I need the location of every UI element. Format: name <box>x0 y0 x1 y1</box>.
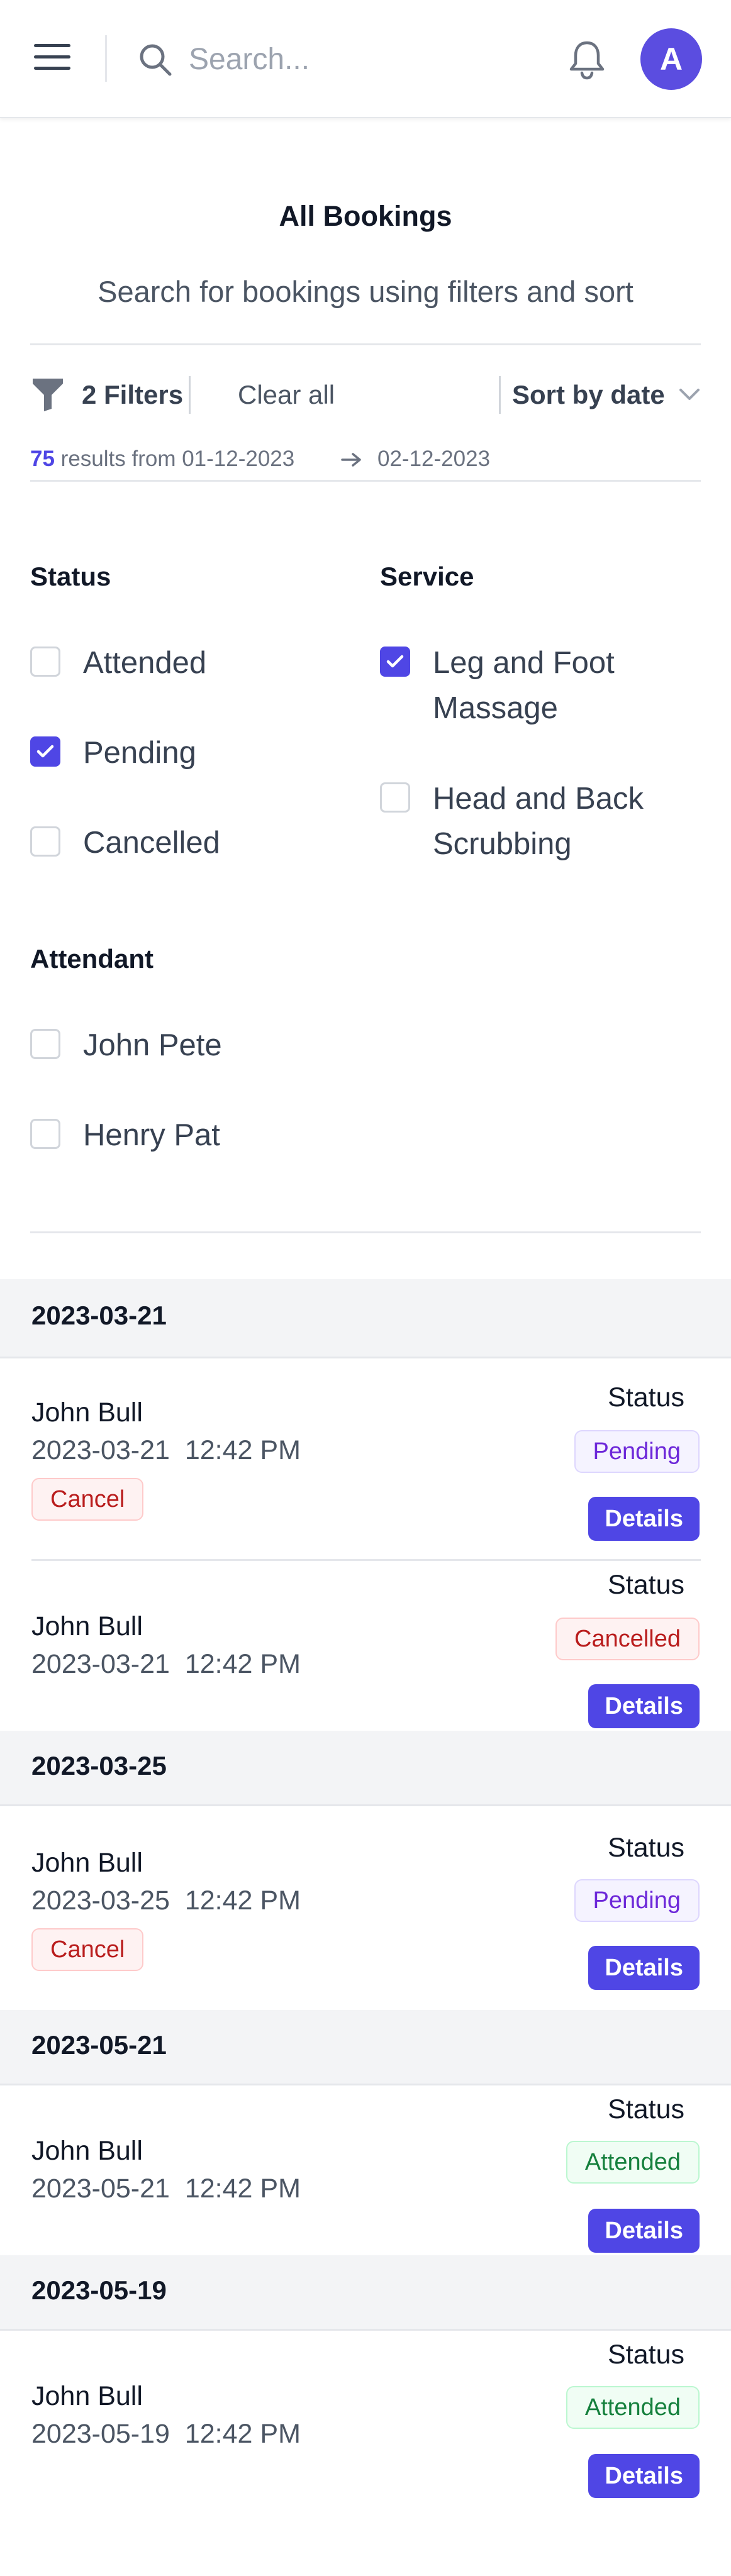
details-button[interactable]: Details <box>588 1497 700 1541</box>
status-option-cancelled[interactable]: Cancelled <box>30 820 345 865</box>
status-option-attended[interactable]: Attended <box>30 640 345 686</box>
checkbox-checked[interactable] <box>30 736 60 767</box>
cancel-button[interactable]: Cancel <box>31 1478 144 1521</box>
search-input[interactable] <box>189 34 541 84</box>
service-filter-title: Service <box>380 562 474 591</box>
status-badge: Attended <box>566 2141 700 2184</box>
status-label: Status <box>608 1570 684 1600</box>
cancel-button[interactable]: Cancel <box>31 1928 144 1971</box>
date-group-label: 2023-05-21 <box>31 2030 167 2060</box>
divider <box>30 1231 701 1233</box>
results-summary: 75 results from 01-12-2023 <box>30 447 294 472</box>
divider <box>189 376 191 414</box>
checkbox[interactable] <box>30 826 60 857</box>
status-badge: Pending <box>574 1879 700 1922</box>
page-title: All Bookings <box>279 200 452 232</box>
divider <box>30 480 701 482</box>
status-badge: Pending <box>574 1430 700 1473</box>
status-label: Status <box>608 2094 684 2124</box>
avatar[interactable]: A <box>640 28 702 90</box>
top-bar: A <box>0 0 731 118</box>
details-button[interactable]: Details <box>588 1684 700 1728</box>
status-badge: Attended <box>566 2386 700 2429</box>
booking-datetime: 2023-05-19 12:42 PM <box>31 2419 301 2449</box>
booking-datetime: 2023-03-25 12:42 PM <box>31 1885 301 1916</box>
checkbox[interactable] <box>30 1119 60 1149</box>
checkbox[interactable] <box>380 782 410 813</box>
results-date-end: 02-12-2023 <box>377 447 491 471</box>
results-text: results from 01-12-2023 <box>60 447 295 471</box>
checkbox-checked[interactable] <box>380 647 410 677</box>
status-option-pending[interactable]: Pending <box>30 730 345 775</box>
customer-name: John Bull <box>31 1611 143 1641</box>
option-label: John Pete <box>83 1028 222 1062</box>
date-group-header: 2023-03-25 <box>0 1731 731 1806</box>
attendant-option-john-pete[interactable]: John Pete <box>30 1023 345 1068</box>
date-group-label: 2023-05-19 <box>31 2275 167 2305</box>
date-group-label: 2023-03-21 <box>31 1301 167 1330</box>
menu-icon[interactable] <box>34 44 70 74</box>
booking-datetime: 2023-03-21 12:42 PM <box>31 1649 301 1679</box>
status-label: Status <box>608 2340 684 2370</box>
check-icon <box>386 655 404 668</box>
date-group-header: 2023-05-19 <box>0 2255 731 2331</box>
sort-button[interactable]: Sort by date <box>512 380 665 410</box>
details-button[interactable]: Details <box>588 2454 700 2498</box>
divider <box>31 1559 701 1561</box>
status-label: Status <box>608 1833 684 1863</box>
checkbox[interactable] <box>30 647 60 677</box>
bell-icon[interactable] <box>567 39 606 80</box>
chevron-down-icon[interactable] <box>678 386 701 402</box>
search-icon <box>140 44 172 76</box>
customer-name: John Bull <box>31 2136 143 2166</box>
check-icon <box>36 745 54 758</box>
divider <box>30 343 701 345</box>
service-option-head-back[interactable]: Head and Back Scrubbing <box>380 776 676 867</box>
option-label: Leg and Foot Massage <box>433 646 615 725</box>
details-button[interactable]: Details <box>588 1946 700 1990</box>
option-label: Cancelled <box>83 826 220 860</box>
clear-all-button[interactable]: Clear all <box>238 380 335 410</box>
booking-datetime: 2023-03-21 12:42 PM <box>31 1435 301 1465</box>
arrow-right-icon <box>341 453 361 467</box>
filter-icon[interactable] <box>30 376 65 413</box>
customer-name: John Bull <box>31 2381 143 2411</box>
results-count: 75 <box>30 447 55 471</box>
date-group-label: 2023-03-25 <box>31 1751 167 1780</box>
divider <box>499 376 501 414</box>
customer-name: John Bull <box>31 1848 143 1878</box>
option-label: Head and Back Scrubbing <box>433 782 644 861</box>
divider <box>105 35 107 82</box>
page-subtitle: Search for bookings using filters and so… <box>98 275 633 308</box>
date-group-header: 2023-03-21 <box>0 1279 731 1358</box>
booking-datetime: 2023-05-21 12:42 PM <box>31 2174 301 2204</box>
option-label: Henry Pat <box>83 1118 220 1152</box>
option-label: Attended <box>83 646 207 680</box>
attendant-filter-title: Attendant <box>30 944 153 974</box>
option-label: Pending <box>83 736 196 770</box>
checkbox[interactable] <box>30 1029 60 1059</box>
status-filter-title: Status <box>30 562 111 591</box>
attendant-option-henry-pat[interactable]: Henry Pat <box>30 1113 345 1158</box>
details-button[interactable]: Details <box>588 2209 700 2253</box>
date-group-header: 2023-05-21 <box>0 2010 731 2085</box>
status-label: Status <box>608 1382 684 1413</box>
service-option-leg-foot[interactable]: Leg and Foot Massage <box>380 640 676 731</box>
filters-count-button[interactable]: 2 Filters <box>82 380 183 410</box>
customer-name: John Bull <box>31 1397 143 1428</box>
status-badge: Cancelled <box>555 1618 700 1660</box>
